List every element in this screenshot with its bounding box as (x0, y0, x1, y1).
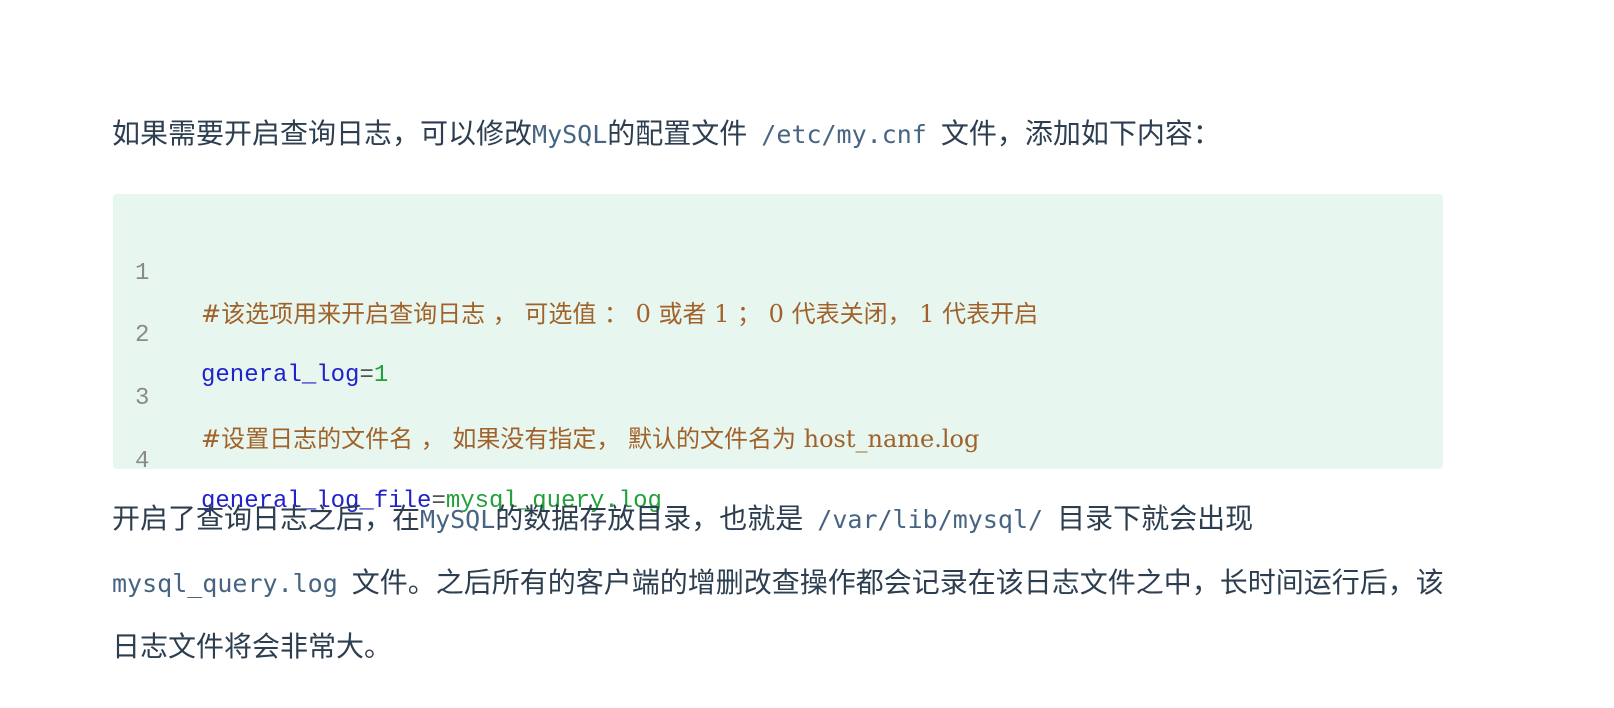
document-page: 如果需要开启查询日志，可以修改MySQL的配置文件/etc/my.cnf 文件，添… (0, 0, 1614, 708)
explain-text-before: 开启了查询日志之后，在 (112, 502, 421, 535)
intro-paragraph: 如果需要开启查询日志，可以修改MySQL的配置文件/etc/my.cnf 文件，添… (112, 102, 1452, 166)
explanation-paragraph: 开启了查询日志之后，在MySQL的数据存放目录，也就是/var/lib/mysq… (112, 487, 1452, 678)
intro-text-before: 如果需要开启查询日志，可以修改 (112, 117, 533, 150)
intro-text-mid: 的配置文件 (607, 117, 748, 150)
code-line: 4 general_log_file=mysql_query.log (113, 402, 1443, 515)
code-line: 2 general_log=1 (113, 276, 1443, 389)
explain-text-mid: 的数据存放目录，也就是 (495, 502, 804, 535)
log-file-inline-code: mysql_query.log (112, 569, 338, 598)
code-block: 1 #该选项用来开启查询日志 ， 可选值 ： 0 或者 1 ； 0 代表关闭， … (113, 194, 1443, 515)
code-line: 1 #该选项用来开启查询日志 ， 可选值 ： 0 或者 1 ； 0 代表关闭， … (113, 214, 1443, 328)
code-line: 3 #设置日志的文件名 ， 如果没有指定， 默认的文件名为 host_name.… (113, 339, 1443, 453)
intro-text-after: 文件，添加如下内容： (940, 117, 1221, 150)
config-path-inline-code: /etc/my.cnf (761, 120, 927, 149)
mysql-inline: MySQL (532, 120, 608, 149)
line-number: 4 (135, 448, 150, 475)
mysql-inline: MySQL (420, 505, 496, 534)
explain-text-mid2: 目录下就会出现 (1057, 502, 1254, 535)
data-dir-inline-code: /var/lib/mysql/ (817, 505, 1044, 534)
